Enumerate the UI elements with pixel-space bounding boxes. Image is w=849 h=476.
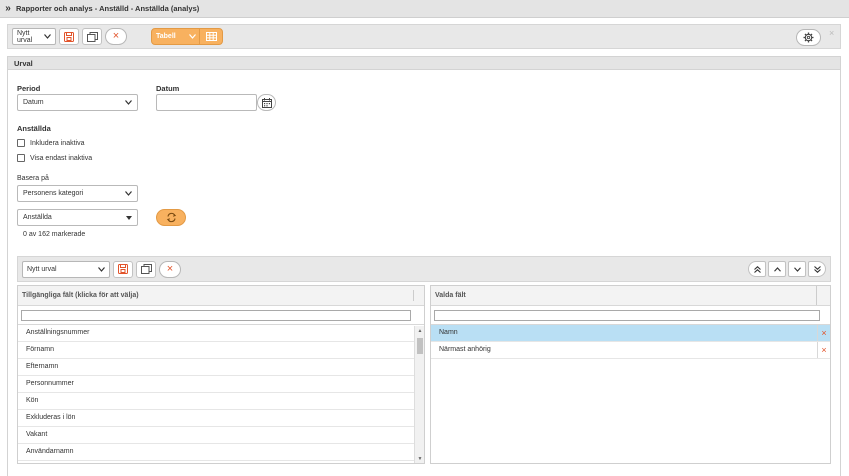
move-up-button[interactable] [768,261,786,277]
available-field-item[interactable]: Efternamn [18,359,424,376]
selected-field-label: Närmast anhörig [439,346,491,353]
chevron-down-icon [44,34,51,39]
copy-selection-button[interactable] [82,28,102,45]
available-fields-list: Tillgängliga fält (klicka för att välja)… [17,285,425,464]
remove-icon[interactable]: × [817,342,830,358]
column-divider [413,290,414,301]
period-label: Period [17,84,41,93]
based-on-label: Basera på [17,175,49,182]
fields-selection-value: Nytt urval [27,265,57,273]
period-dropdown[interactable]: Datum [17,94,138,111]
gear-icon [803,32,814,43]
double-chevron-up-icon [753,265,761,273]
available-fields-filter-row [18,306,424,325]
scroll-up-icon[interactable]: ▲ [415,328,425,334]
remove-icon[interactable]: × [817,325,830,341]
period-value: Datum [23,99,44,106]
employees-heading: Anställda [17,124,51,133]
category-dropdown[interactable]: Anställda [17,209,138,226]
available-field-item[interactable]: Vakant [18,427,424,444]
copy-icon [140,264,152,274]
available-fields-filter-input[interactable] [21,310,411,321]
dismiss-icon[interactable]: × [829,28,834,38]
calendar-icon [261,97,272,108]
view-mode-dropdown[interactable]: Tabell [151,28,223,45]
order-buttons [746,261,826,277]
include-inactive-checkbox[interactable]: Inkludera inaktiva [17,139,84,147]
chevron-down-icon [98,266,105,272]
available-field-item[interactable]: Anställningsnummer [18,325,424,342]
caret-down-icon [126,215,132,220]
save-icon [118,264,128,274]
move-bottom-button[interactable] [808,261,826,277]
selected-fields-filter-row [431,306,830,325]
main-toolbar: Nytt urval × Tabell [7,24,841,49]
chevron-down-icon [793,266,801,272]
selected-field-item[interactable]: Närmast anhörig × [431,342,830,359]
close-icon: × [166,262,174,275]
based-on-dropdown[interactable]: Personens kategori [17,185,138,202]
checkbox-box[interactable] [17,154,25,162]
table-grid-icon [205,32,217,41]
selection-value: Nytt urval [17,29,33,44]
view-mode-value: Tabell [156,33,176,40]
calendar-button[interactable] [257,94,276,111]
date-label: Datum [156,84,180,93]
selected-fields-list: Valda fält Namn × Närmast anhörig × [430,285,831,464]
fields-toolbar: Nytt urval × [17,256,831,282]
date-field[interactable] [156,94,257,111]
available-fields-header: Tillgängliga fält (klicka för att välja) [18,286,424,306]
selected-fields-header: Valda fält [431,286,830,306]
close-icon: × [112,30,120,42]
save-icon [64,31,74,42]
table-view-button[interactable] [200,29,222,44]
expand-chevron-icon[interactable]: » [0,3,16,14]
category-value: Anställda [23,214,52,221]
available-field-item[interactable]: Förnamn [18,342,424,359]
marked-count: 0 av 162 markerade [23,231,86,238]
fields-selection-dropdown[interactable]: Nytt urval [22,260,110,278]
refresh-icon [166,212,176,223]
based-on-value: Personens kategori [23,190,84,197]
delete-fields-button[interactable]: × [159,260,181,278]
selected-fields-header-label: Valda fält [435,292,466,299]
copy-icon [86,31,98,42]
available-field-item[interactable]: Kön [18,393,424,410]
save-selection-button[interactable] [59,28,79,45]
selection-panel-header: Urval [7,56,841,70]
move-top-button[interactable] [748,261,766,277]
selected-field-label: Namn [439,329,458,336]
available-field-item[interactable]: Användarnamn [18,444,424,461]
save-fields-button[interactable] [113,260,133,278]
double-chevron-down-icon [813,265,821,273]
available-field-item[interactable]: Personnummer [18,376,424,393]
available-fields-scrollbar[interactable]: ▲ ▼ [414,326,424,463]
page-title: Rapporter och analys - Anställd - Anstäl… [16,4,200,13]
column-divider [816,286,817,305]
delete-selection-button[interactable]: × [105,28,127,45]
scroll-down-icon[interactable]: ▼ [415,456,425,462]
refresh-button[interactable] [156,209,186,226]
show-only-inactive-checkbox[interactable]: Visa endast inaktiva [17,154,92,162]
view-mode-label[interactable]: Tabell [152,29,200,44]
available-fields-header-label: Tillgängliga fält (klicka för att välja) [22,292,139,299]
available-field-item[interactable]: Exkluderas i lön [18,410,424,427]
settings-button[interactable] [796,29,821,46]
copy-fields-button[interactable] [136,260,156,278]
checkbox-box[interactable] [17,139,25,147]
chevron-down-icon [189,34,196,39]
chevron-up-icon [773,266,781,272]
selected-field-item[interactable]: Namn × [431,325,830,342]
include-inactive-label: Inkludera inaktiva [30,139,85,147]
chevron-down-icon [125,100,132,105]
scrollbar-thumb[interactable] [417,338,423,354]
move-down-button[interactable] [788,261,806,277]
title-bar: » Rapporter och analys - Anställd - Anst… [0,0,849,18]
selection-dropdown[interactable]: Nytt urval [12,28,56,45]
show-only-inactive-label: Visa endast inaktiva [30,154,93,162]
chevron-down-icon [125,191,132,196]
selected-fields-filter-input[interactable] [434,310,820,321]
